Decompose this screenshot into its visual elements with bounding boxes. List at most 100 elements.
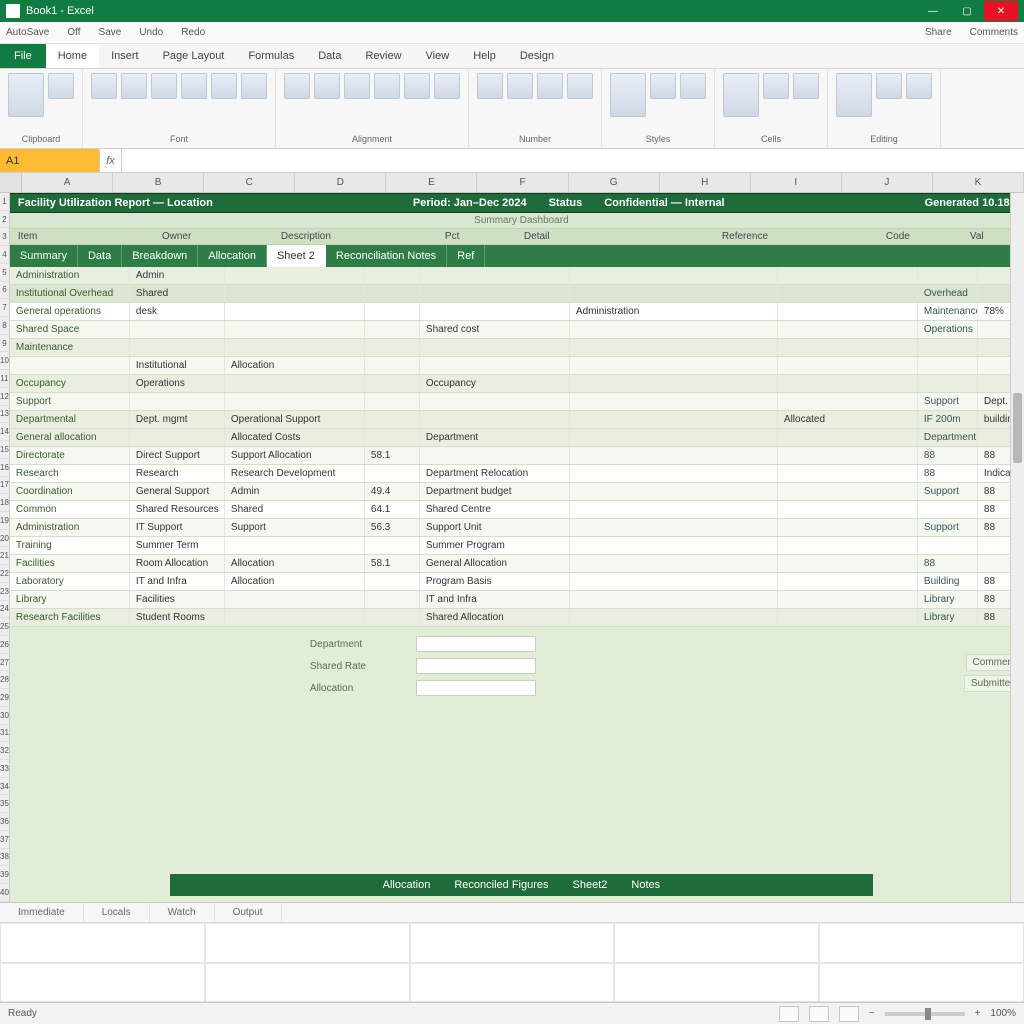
table-cell[interactable] bbox=[225, 537, 365, 554]
ribbon-icon[interactable] bbox=[537, 73, 563, 99]
table-cell[interactable] bbox=[130, 393, 225, 410]
table-cell[interactable] bbox=[570, 375, 778, 392]
grid-cell[interactable] bbox=[819, 923, 1024, 963]
table-cell[interactable]: Support bbox=[918, 483, 978, 500]
table-cell[interactable]: Admin bbox=[225, 483, 365, 500]
table-cell[interactable] bbox=[420, 447, 570, 464]
row-header[interactable]: 33 bbox=[0, 760, 9, 778]
table-cell[interactable] bbox=[570, 447, 778, 464]
table-cell[interactable]: Department Relocation bbox=[420, 465, 570, 482]
ribbon-icon[interactable] bbox=[507, 73, 533, 99]
ribbon-tab-home[interactable]: Home bbox=[46, 44, 99, 68]
sheet-tab[interactable]: Allocation bbox=[383, 879, 431, 891]
row-header[interactable]: 36 bbox=[0, 813, 9, 831]
table-cell[interactable] bbox=[365, 411, 420, 428]
table-cell[interactable]: 58.1 bbox=[365, 555, 420, 572]
table-row[interactable]: TrainingSummer TermSummer Program bbox=[10, 537, 1024, 555]
row-header[interactable]: 27 bbox=[0, 654, 9, 672]
table-cell[interactable]: Dept. mgmt bbox=[130, 411, 225, 428]
row-header[interactable]: 32 bbox=[0, 742, 9, 760]
row-header[interactable]: 8 bbox=[0, 317, 9, 335]
row-header[interactable]: 38 bbox=[0, 849, 9, 867]
table-cell[interactable] bbox=[365, 321, 420, 338]
table-cell[interactable] bbox=[225, 591, 365, 608]
row-header[interactable]: 2 bbox=[0, 211, 9, 229]
section-tab[interactable]: Data bbox=[78, 245, 122, 267]
table-cell[interactable] bbox=[570, 555, 778, 572]
table-cell[interactable]: Shared bbox=[225, 501, 365, 518]
ribbon-icon[interactable] bbox=[477, 73, 503, 99]
table-cell[interactable] bbox=[778, 393, 918, 410]
col-header[interactable]: C bbox=[204, 173, 295, 192]
table-cell[interactable]: Occupancy bbox=[10, 375, 130, 392]
view-pagelayout-button[interactable] bbox=[809, 1006, 829, 1022]
fx-icon[interactable]: fx bbox=[100, 149, 122, 172]
table-row[interactable]: InstitutionalAllocation bbox=[10, 357, 1024, 375]
qa-item[interactable]: AutoSave bbox=[6, 27, 49, 38]
table-cell[interactable] bbox=[365, 393, 420, 410]
table-cell[interactable] bbox=[570, 501, 778, 518]
table-cell[interactable] bbox=[570, 285, 778, 302]
qa-item[interactable]: Save bbox=[99, 27, 122, 38]
table-cell[interactable]: Maintenance bbox=[918, 303, 978, 320]
col-header[interactable]: I bbox=[751, 173, 842, 192]
row-header[interactable]: 31 bbox=[0, 725, 9, 743]
table-row[interactable]: Shared SpaceShared costOperations bbox=[10, 321, 1024, 339]
table-cell[interactable]: Shared Resources bbox=[130, 501, 225, 518]
row-header[interactable]: 17 bbox=[0, 477, 9, 495]
lower-panel-tab[interactable]: Immediate bbox=[0, 903, 84, 922]
section-tab[interactable]: Sheet 2 bbox=[267, 245, 326, 267]
qa-item[interactable]: Undo bbox=[139, 27, 163, 38]
zoom-level[interactable]: 100% bbox=[990, 1008, 1016, 1019]
grid-cell[interactable] bbox=[205, 963, 410, 1003]
col-header[interactable]: F bbox=[477, 173, 568, 192]
table-cell[interactable]: Operational Support bbox=[225, 411, 365, 428]
row-header[interactable]: 7 bbox=[0, 299, 9, 317]
table-cell[interactable] bbox=[225, 303, 365, 320]
ribbon-icon[interactable] bbox=[610, 73, 646, 117]
table-cell[interactable] bbox=[130, 339, 225, 356]
table-cell[interactable]: General operations bbox=[10, 303, 130, 320]
table-cell[interactable] bbox=[570, 591, 778, 608]
qa-item[interactable]: Comments bbox=[970, 27, 1018, 38]
table-cell[interactable] bbox=[778, 303, 918, 320]
table-cell[interactable]: Shared Centre bbox=[420, 501, 570, 518]
grid-cell[interactable] bbox=[0, 923, 205, 963]
table-cell[interactable]: Shared Allocation bbox=[420, 609, 570, 626]
ribbon-tab-help[interactable]: Help bbox=[461, 44, 508, 68]
ribbon-icon[interactable] bbox=[121, 73, 147, 99]
table-cell[interactable] bbox=[365, 285, 420, 302]
table-cell[interactable] bbox=[778, 429, 918, 446]
section-tab[interactable]: Summary bbox=[10, 245, 78, 267]
table-row[interactable]: General allocationAllocated CostsDepartm… bbox=[10, 429, 1024, 447]
ribbon-icon[interactable] bbox=[876, 73, 902, 99]
row-header[interactable]: 37 bbox=[0, 831, 9, 849]
table-row[interactable]: CoordinationGeneral SupportAdmin49.4Depa… bbox=[10, 483, 1024, 501]
col-header[interactable]: K bbox=[933, 173, 1024, 192]
table-cell[interactable] bbox=[918, 537, 978, 554]
grid-cell[interactable] bbox=[819, 963, 1024, 1003]
table-cell[interactable] bbox=[570, 411, 778, 428]
ribbon-icon[interactable] bbox=[793, 73, 819, 99]
table-cell[interactable] bbox=[420, 357, 570, 374]
table-cell[interactable]: Admin bbox=[130, 267, 225, 284]
table-cell[interactable] bbox=[570, 339, 778, 356]
ribbon-tab-view[interactable]: View bbox=[414, 44, 462, 68]
maximize-button[interactable]: ▢ bbox=[950, 1, 984, 21]
table-cell[interactable]: Research bbox=[130, 465, 225, 482]
minimize-button[interactable]: — bbox=[916, 1, 950, 21]
table-cell[interactable] bbox=[778, 591, 918, 608]
table-cell[interactable] bbox=[918, 357, 978, 374]
table-cell[interactable]: Coordination bbox=[10, 483, 130, 500]
row-header[interactable]: 21 bbox=[0, 547, 9, 565]
table-row[interactable]: Maintenance bbox=[10, 339, 1024, 357]
ribbon-icon[interactable] bbox=[211, 73, 237, 99]
row-header[interactable]: 20 bbox=[0, 530, 9, 548]
table-cell[interactable]: Shared Space bbox=[10, 321, 130, 338]
file-tab[interactable]: File bbox=[0, 44, 46, 68]
section-tab[interactable]: Ref bbox=[447, 245, 485, 267]
table-cell[interactable] bbox=[778, 267, 918, 284]
table-row[interactable]: OccupancyOperationsOccupancy bbox=[10, 375, 1024, 393]
table-cell[interactable] bbox=[570, 429, 778, 446]
ribbon-tab-formulas[interactable]: Formulas bbox=[236, 44, 306, 68]
